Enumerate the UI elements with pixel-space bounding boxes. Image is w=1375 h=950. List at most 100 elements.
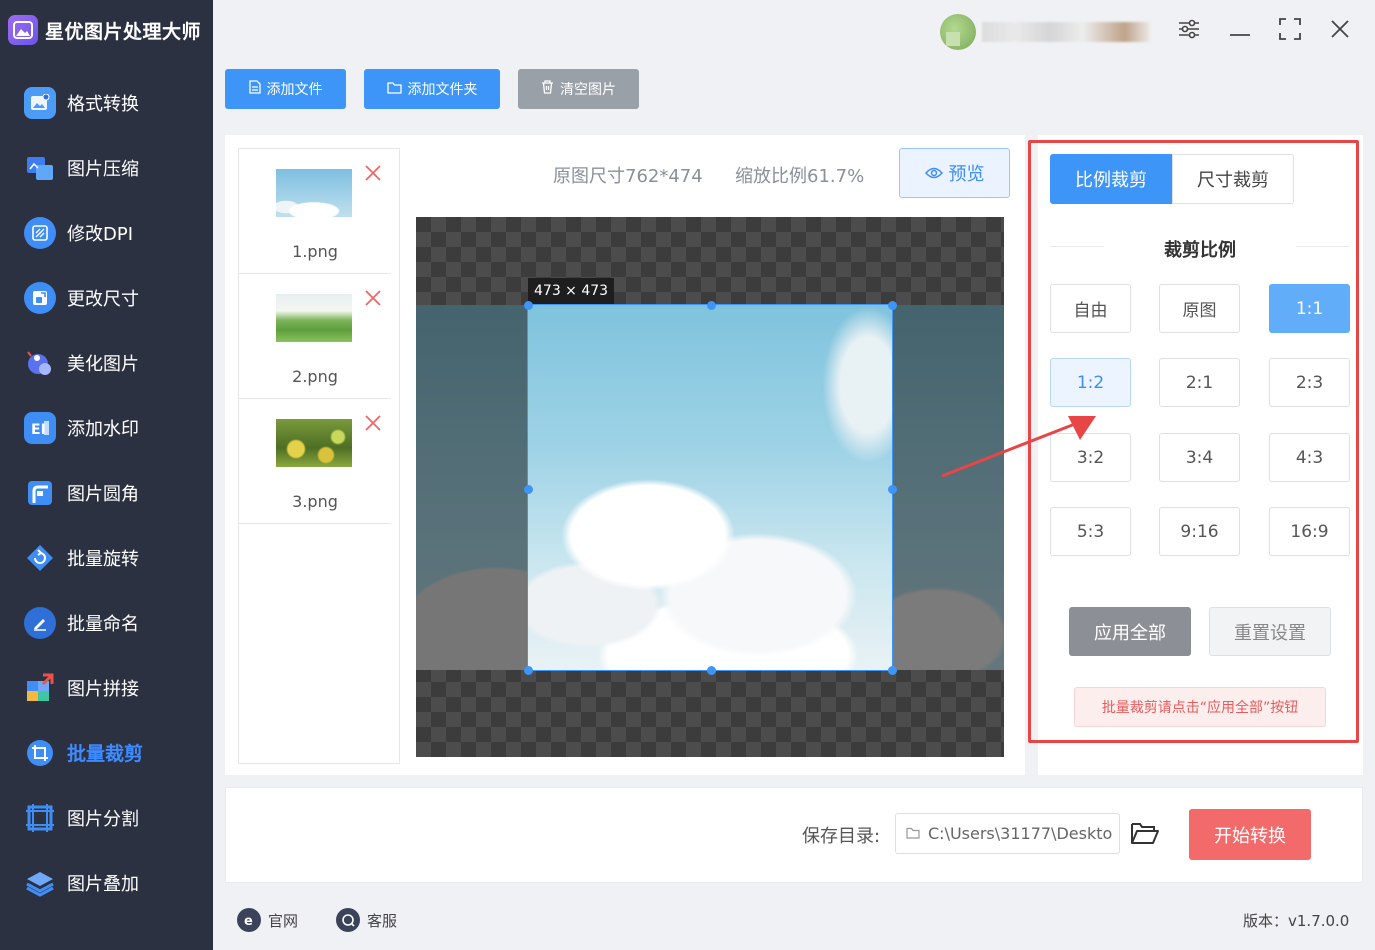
split-icon: [24, 802, 56, 834]
website-link[interactable]: e 官网: [237, 907, 298, 933]
preview-button[interactable]: 预览: [899, 148, 1010, 198]
crop-handle-top-left[interactable]: [523, 300, 533, 310]
ratio-5-3-button[interactable]: 5:3: [1050, 507, 1131, 556]
sidebar: 星优图片处理大师 格式转换 图片压缩 修改DPI 更改尺寸 美化图片 EI 添加…: [0, 0, 213, 950]
zoom-ratio-label: 缩放比例61.7%: [735, 166, 865, 187]
apply-all-button[interactable]: 应用全部: [1069, 607, 1191, 656]
svg-text:EI: EI: [31, 422, 46, 437]
maximize-button[interactable]: [1275, 16, 1305, 46]
crop-handle-top[interactable]: [706, 300, 716, 310]
sidebar-item-resize[interactable]: 更改尺寸: [0, 265, 213, 330]
sidebar-item-image-stitch[interactable]: 图片拼接: [0, 655, 213, 720]
close-icon: [365, 165, 381, 181]
list-item[interactable]: 3.png: [239, 399, 391, 524]
sidebar-nav: 格式转换 图片压缩 修改DPI 更改尺寸 美化图片 EI 添加水印 图片圆角 批…: [0, 70, 213, 915]
svg-text:e: e: [244, 914, 253, 927]
maximize-icon: [1279, 18, 1301, 44]
rotate-icon: [24, 542, 56, 574]
thumbnail: [276, 294, 352, 342]
dpi-icon: [24, 216, 56, 249]
ratio-2-1-button[interactable]: 2:1: [1159, 358, 1240, 407]
start-convert-button[interactable]: 开始转换: [1189, 809, 1311, 860]
crop-icon: [24, 737, 56, 769]
sidebar-item-image-split[interactable]: 图片分割: [0, 785, 213, 850]
list-item[interactable]: 2.png: [239, 274, 391, 399]
sidebar-item-modify-dpi[interactable]: 修改DPI: [0, 200, 213, 265]
close-icon: [1331, 20, 1349, 42]
support-link[interactable]: 客服: [336, 907, 397, 933]
reset-settings-button[interactable]: 重置设置: [1209, 607, 1331, 656]
delete-file-button[interactable]: [363, 288, 383, 308]
browser-icon: e: [237, 908, 261, 932]
crop-handle-bottom[interactable]: [706, 665, 716, 675]
add-file-button[interactable]: 添加文件: [225, 69, 346, 109]
ratio-4-3-button[interactable]: 4:3: [1269, 433, 1350, 482]
list-item[interactable]: 1.png: [239, 149, 391, 274]
divider: [1296, 246, 1350, 247]
ratio-3-2-button[interactable]: 3:2: [1050, 433, 1131, 482]
divider: [1050, 246, 1104, 247]
thumbnail: [276, 169, 352, 217]
ratio-original-button[interactable]: 原图: [1159, 284, 1240, 333]
crop-handle-bottom-left[interactable]: [523, 665, 533, 675]
file-name: 3.png: [292, 492, 338, 511]
close-button[interactable]: [1325, 16, 1355, 46]
close-icon: [365, 290, 381, 306]
file-name: 2.png: [292, 367, 338, 386]
sidebar-item-watermark[interactable]: EI 添加水印: [0, 395, 213, 460]
minimize-button[interactable]: [1225, 16, 1255, 46]
trash-icon: [541, 80, 554, 98]
avatar: [940, 14, 976, 50]
crop-handle-bottom-right[interactable]: [887, 665, 897, 675]
batch-crop-hint: 批量裁剪请点击“应用全部”按钮: [1074, 687, 1326, 727]
sidebar-item-batch-rename[interactable]: 批量命名: [0, 590, 213, 655]
file-name: 1.png: [292, 242, 338, 261]
watermark-icon: EI: [24, 411, 56, 444]
add-folder-button[interactable]: 添加文件夹: [364, 69, 500, 109]
file-icon: [248, 80, 261, 98]
sidebar-item-batch-rotate[interactable]: 批量旋转: [0, 525, 213, 590]
save-path-input[interactable]: C:\Users\31177\Deskto: [895, 813, 1120, 854]
resize-icon: [24, 281, 56, 314]
crop-selection[interactable]: [527, 304, 893, 671]
ratio-free-button[interactable]: 自由: [1050, 284, 1131, 333]
settings-button[interactable]: [1174, 16, 1204, 46]
ratio-2-3-button[interactable]: 2:3: [1269, 358, 1350, 407]
sidebar-item-image-compress[interactable]: 图片压缩: [0, 135, 213, 200]
sidebar-item-beautify[interactable]: 美化图片: [0, 330, 213, 395]
tab-size-crop[interactable]: 尺寸裁剪: [1172, 154, 1294, 204]
delete-file-button[interactable]: [363, 413, 383, 433]
sidebar-item-format-convert[interactable]: 格式转换: [0, 70, 213, 135]
sidebar-item-batch-crop[interactable]: 批量裁剪: [0, 720, 213, 785]
ratio-16-9-button[interactable]: 16:9: [1269, 507, 1350, 556]
user-name-blurred: [982, 22, 1150, 42]
crop-handle-left[interactable]: [523, 484, 533, 494]
brand: 星优图片处理大师: [8, 12, 201, 48]
image-convert-icon: [24, 86, 56, 119]
ratio-1-1-button[interactable]: 1:1: [1269, 284, 1350, 333]
image-compress-icon: [24, 152, 56, 184]
browse-folder-button[interactable]: [1130, 820, 1160, 848]
ratio-1-2-button[interactable]: 1:2: [1050, 358, 1131, 407]
sidebar-item-image-overlay[interactable]: 图片叠加: [0, 850, 213, 915]
layers-icon: [24, 867, 56, 899]
chat-icon: [336, 908, 360, 932]
sidebar-item-rounded-corner[interactable]: 图片圆角: [0, 460, 213, 525]
user-account[interactable]: [940, 14, 1155, 50]
eye-icon: [924, 163, 943, 184]
ratio-3-4-button[interactable]: 3:4: [1159, 433, 1240, 482]
tab-ratio-crop[interactable]: 比例裁剪: [1050, 154, 1172, 204]
crop-canvas[interactable]: 473 × 473: [416, 217, 1004, 757]
minimize-icon: [1229, 22, 1251, 41]
folder-open-icon: [1131, 823, 1159, 844]
section-title: 裁剪比例: [1164, 240, 1236, 261]
rename-icon: [24, 606, 56, 639]
crop-handle-right[interactable]: [887, 484, 897, 494]
crop-handle-top-right[interactable]: [887, 300, 897, 310]
rounded-corner-icon: [24, 477, 56, 509]
delete-file-button[interactable]: [363, 163, 383, 183]
close-icon: [365, 415, 381, 431]
folder-icon: [386, 81, 402, 98]
clear-images-button[interactable]: 清空图片: [518, 69, 639, 109]
ratio-9-16-button[interactable]: 9:16: [1159, 507, 1240, 556]
